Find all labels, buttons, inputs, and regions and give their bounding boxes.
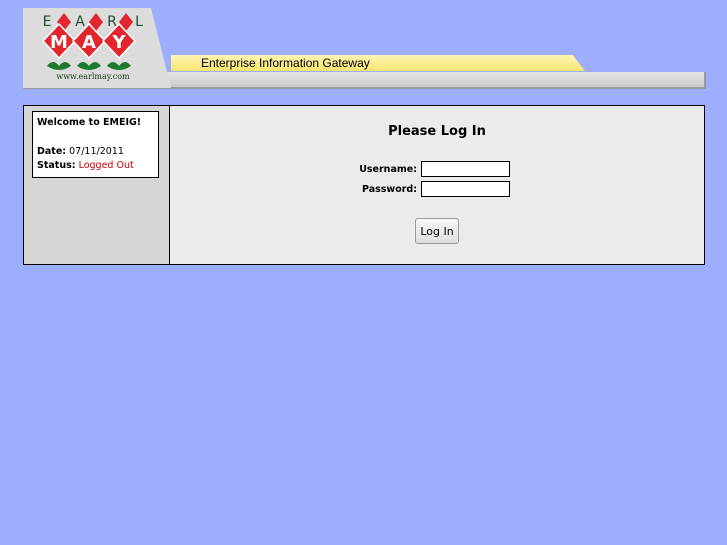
logo-letter: L	[135, 14, 143, 30]
date-line: Date: 07/11/2011	[37, 146, 124, 157]
header: Enterprise Information Gateway E A R L M…	[23, 8, 706, 89]
logo-letter: A	[75, 14, 85, 30]
date-label: Date:	[37, 146, 67, 157]
leaf-icon	[77, 62, 101, 70]
username-input[interactable]	[421, 161, 510, 177]
logo-url: www.earlmay.com	[56, 72, 130, 81]
sidebar: Welcome to EMEIG! Date: 07/11/2011 Statu…	[24, 106, 170, 264]
welcome-box: Welcome to EMEIG! Date: 07/11/2011 Statu…	[32, 111, 159, 178]
password-input[interactable]	[421, 181, 510, 197]
password-label: Password:	[361, 184, 417, 195]
content-panel: Welcome to EMEIG! Date: 07/11/2011 Statu…	[23, 105, 705, 265]
username-label: Username:	[359, 164, 417, 175]
earl-may-logo[interactable]: E A R L M A Y www.earlmay.com	[23, 8, 171, 88]
status-value: Logged Out	[78, 160, 134, 171]
login-button[interactable]: Log In	[415, 218, 459, 244]
welcome-title: Welcome to EMEIG!	[37, 117, 142, 128]
logo-word-letter: A	[82, 32, 96, 53]
logo-letter: E	[43, 14, 52, 30]
status-label: Status:	[37, 160, 76, 171]
login-title: Please Log In	[388, 124, 486, 139]
status-line: Status: Logged Out	[37, 160, 134, 171]
logo-word-letter: Y	[111, 32, 126, 53]
leaf-icon	[107, 62, 131, 70]
gateway-title: Enterprise Information Gateway	[201, 56, 370, 70]
leaf-icon	[47, 62, 71, 70]
date-value: 07/11/2011	[69, 146, 124, 157]
login-form: Please Log In Username: Password: Log In	[170, 106, 704, 264]
logo-word-letter: M	[50, 32, 68, 53]
